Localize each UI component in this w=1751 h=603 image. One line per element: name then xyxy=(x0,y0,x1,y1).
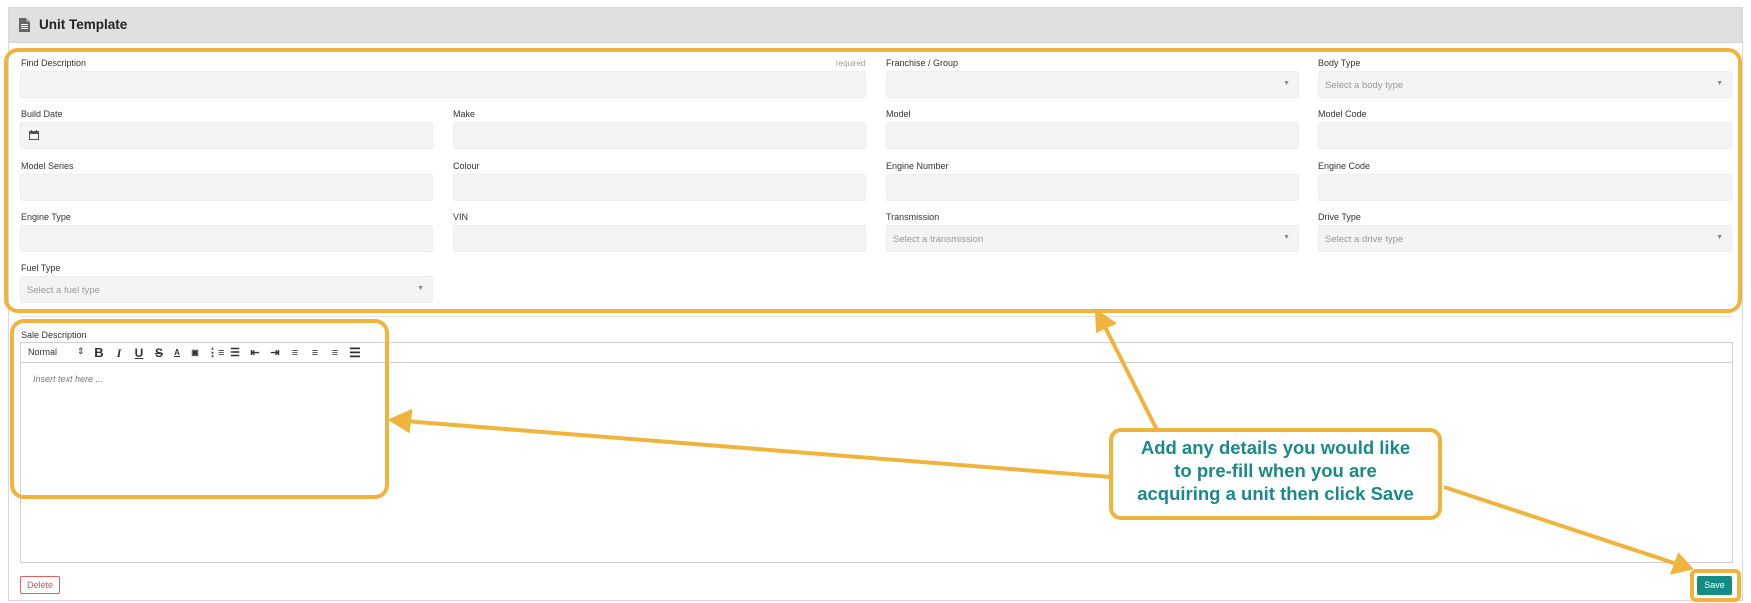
callout-line-1: Add any details you would like xyxy=(1140,437,1411,458)
callout-line-2: to pre-fill when you are xyxy=(1174,460,1377,481)
annotation-callout: Add any details you would like to pre-fi… xyxy=(1109,428,1442,520)
save-button-highlight xyxy=(1690,569,1741,602)
page-title: Unit Template xyxy=(39,17,128,32)
sale-description-highlight xyxy=(10,319,389,499)
form-fields-highlight xyxy=(4,48,1742,313)
callout-line-3: acquiring a unit then click Save xyxy=(1137,483,1414,504)
delete-button[interactable]: Delete xyxy=(20,576,60,594)
document-icon xyxy=(19,18,30,32)
section-divider xyxy=(20,316,1733,317)
panel-header: Unit Template xyxy=(9,8,1742,43)
